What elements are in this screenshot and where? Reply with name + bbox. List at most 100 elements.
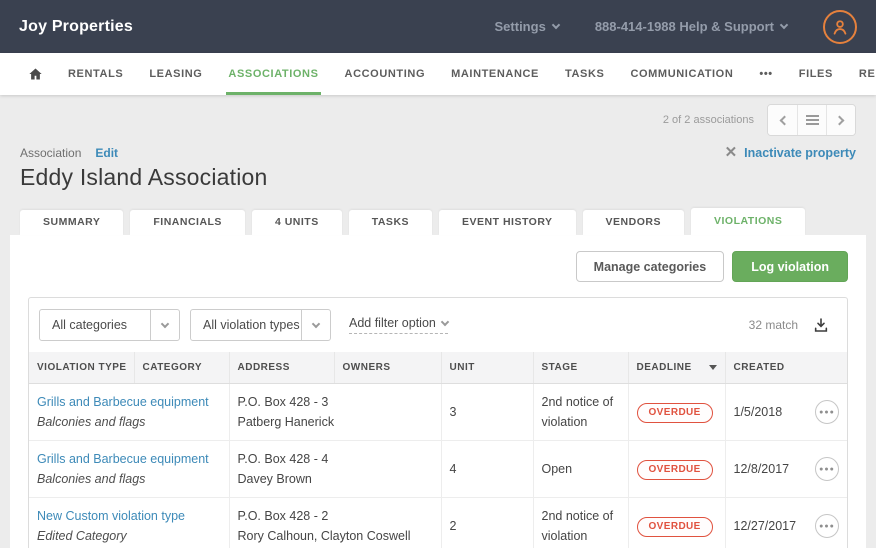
phone-help-label: 888-414-1988 Help & Support <box>595 19 774 34</box>
help-support-menu[interactable]: 888-414-1988 Help & Support <box>595 19 787 34</box>
nav-item-associations[interactable]: ASSOCIATIONS <box>215 53 331 95</box>
violations-table: VIOLATION TYPE CATEGORY ADDRESS OWNERS U… <box>29 352 847 548</box>
violation-owners: Rory Calhoun, Clayton Coswell <box>238 526 433 546</box>
chevron-down-icon <box>441 317 449 325</box>
violation-unit: 3 <box>441 384 533 441</box>
tab-vendors[interactable]: VENDORS <box>583 210 684 235</box>
violation-owners: Davey Brown <box>238 469 433 489</box>
header-deadline[interactable]: DEADLINE <box>628 352 725 384</box>
brand-title: Joy Properties <box>19 18 133 36</box>
violation-owners: Patberg Hanerick <box>238 412 433 432</box>
add-filter-label: Add filter option <box>349 316 436 330</box>
tab-summary[interactable]: SUMMARY <box>20 210 123 235</box>
violation-address: P.O. Box 428 - 2 <box>238 506 433 526</box>
user-avatar[interactable] <box>823 10 857 44</box>
tab-violations[interactable]: VIOLATIONS <box>691 208 805 235</box>
log-violation-button[interactable]: Log violation <box>732 251 848 282</box>
page-title: Eddy Island Association <box>20 164 856 191</box>
main-nav: RENTALS LEASING ASSOCIATIONS ACCOUNTING … <box>0 53 876 95</box>
association-pager: 2 of 2 associations <box>20 104 856 136</box>
edit-link[interactable]: Edit <box>95 146 118 160</box>
violation-type-link[interactable]: Grills and Barbecue equipment <box>37 392 221 412</box>
nav-item-files[interactable]: FILES <box>786 53 846 95</box>
violation-type-link[interactable]: Grills and Barbecue equipment <box>37 449 221 469</box>
header-unit[interactable]: UNIT <box>441 352 533 384</box>
status-badge: OVERDUE <box>637 517 713 537</box>
violation-address: P.O. Box 428 - 4 <box>238 449 433 469</box>
violation-unit: 2 <box>441 498 533 548</box>
tab-event-history[interactable]: EVENT HISTORY <box>439 210 576 235</box>
association-tabs: SUMMARY FINANCIALS 4 UNITS TASKS EVENT H… <box>0 208 876 235</box>
tab-financials[interactable]: FINANCIALS <box>130 210 245 235</box>
violation-created-date: 12/8/2017 <box>734 459 790 479</box>
violation-stage: 2nd notice of violation <box>533 384 628 441</box>
violation-category: Balconies and flags <box>37 412 221 432</box>
chevron-down-icon <box>301 310 330 340</box>
status-badge: OVERDUE <box>637 460 713 480</box>
list-icon <box>806 115 819 125</box>
person-icon <box>830 17 850 37</box>
header-deadline-label: DEADLINE <box>637 362 692 373</box>
violation-stage: 2nd notice of violation <box>533 498 628 548</box>
violation-unit: 4 <box>441 441 533 498</box>
tab-units[interactable]: 4 UNITS <box>252 210 342 235</box>
table-row: Grills and Barbecue equipment Balconies … <box>29 384 847 441</box>
chevron-down-icon <box>150 310 179 340</box>
sort-desc-icon <box>709 365 717 370</box>
header-violation-type[interactable]: VIOLATION TYPE <box>29 352 134 384</box>
violation-category: Balconies and flags <box>37 469 221 489</box>
close-icon: ✕ <box>725 145 738 160</box>
row-menu-button[interactable]: ●●● <box>815 400 839 424</box>
nav-overflow-menu[interactable]: ••• <box>746 53 785 95</box>
top-bar-right: Settings 888-414-1988 Help & Support <box>495 10 857 44</box>
header-address[interactable]: ADDRESS <box>229 352 334 384</box>
inactivate-property-link[interactable]: ✕ Inactivate property <box>725 145 856 160</box>
add-filter-option-link[interactable]: Add filter option <box>349 316 448 334</box>
tab-tasks[interactable]: TASKS <box>349 210 432 235</box>
violation-type-filter-select[interactable]: All violation types <box>190 309 331 341</box>
violation-created-date: 12/27/2017 <box>734 516 797 536</box>
violation-stage: Open <box>533 441 628 498</box>
ellipsis-icon: ●●● <box>819 523 835 530</box>
header-created[interactable]: CREATED <box>725 352 847 384</box>
chevron-left-icon <box>779 115 789 125</box>
nav-right: FILES REPORTS <box>786 53 876 95</box>
nav-item-home[interactable] <box>16 53 55 95</box>
violation-address: P.O. Box 428 - 3 <box>238 392 433 412</box>
next-association-button[interactable] <box>826 105 855 135</box>
header-stage[interactable]: STAGE <box>533 352 628 384</box>
violation-type-link[interactable]: New Custom violation type <box>37 506 221 526</box>
row-menu-button[interactable]: ●●● <box>815 514 839 538</box>
association-list-button[interactable] <box>797 105 826 135</box>
row-menu-button[interactable]: ●●● <box>815 457 839 481</box>
violations-table-container: All categories All violation types Add f… <box>28 297 848 548</box>
category-filter-select[interactable]: All categories <box>39 309 180 341</box>
pager-count-label: 2 of 2 associations <box>663 114 754 126</box>
violation-category: Edited Category <box>37 526 221 546</box>
settings-label: Settings <box>495 19 546 34</box>
status-badge: OVERDUE <box>637 403 713 423</box>
nav-item-reports[interactable]: REPORTS <box>846 53 876 95</box>
chevron-down-icon <box>780 21 788 29</box>
table-header-row: VIOLATION TYPE CATEGORY ADDRESS OWNERS U… <box>29 352 847 384</box>
manage-categories-button[interactable]: Manage categories <box>576 251 725 282</box>
ellipsis-icon: ●●● <box>819 466 835 473</box>
inactivate-property-label: Inactivate property <box>744 146 856 160</box>
download-button[interactable] <box>813 317 829 333</box>
nav-item-accounting[interactable]: ACCOUNTING <box>332 53 439 95</box>
page-subheader: 2 of 2 associations Association Edit ✕ I… <box>0 95 876 191</box>
nav-item-tasks[interactable]: TASKS <box>552 53 617 95</box>
previous-association-button[interactable] <box>768 105 797 135</box>
download-icon <box>813 317 829 333</box>
chevron-down-icon <box>552 21 560 29</box>
settings-menu[interactable]: Settings <box>495 19 559 34</box>
nav-item-maintenance[interactable]: MAINTENANCE <box>438 53 552 95</box>
table-row: Grills and Barbecue equipment Balconies … <box>29 441 847 498</box>
nav-item-communication[interactable]: COMMUNICATION <box>617 53 746 95</box>
top-bar: Joy Properties Settings 888-414-1988 Hel… <box>0 0 876 53</box>
header-category[interactable]: CATEGORY <box>134 352 229 384</box>
category-filter-value: All categories <box>40 318 127 332</box>
nav-item-leasing[interactable]: LEASING <box>136 53 215 95</box>
nav-item-rentals[interactable]: RENTALS <box>55 53 136 95</box>
header-owners[interactable]: OWNERS <box>334 352 441 384</box>
